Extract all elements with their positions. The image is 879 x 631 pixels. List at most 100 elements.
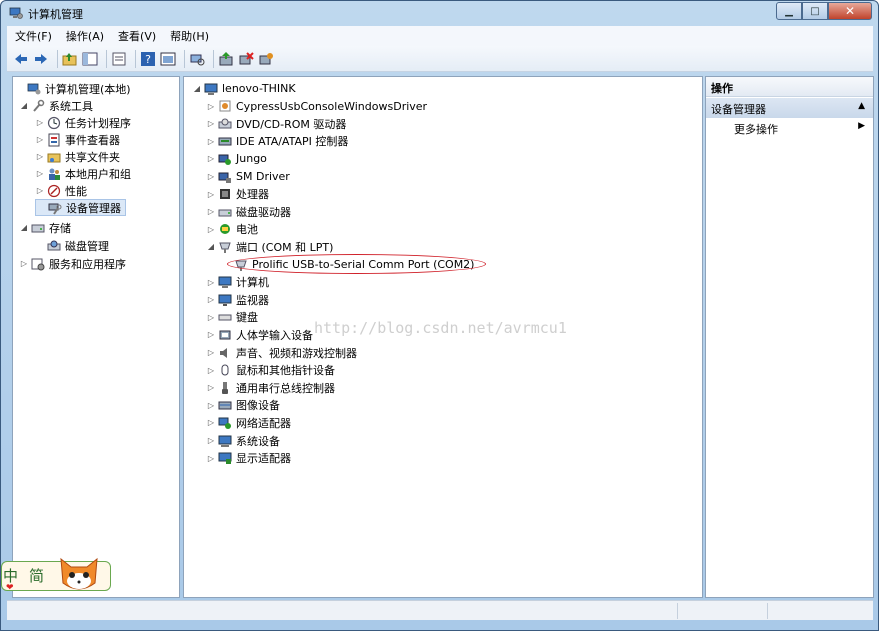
expand-arrow-icon[interactable]: ▷ bbox=[206, 278, 216, 287]
device-tree-item[interactable]: ▷ DVD/CD-ROM 驱动器 bbox=[206, 115, 346, 132]
console-icon[interactable] bbox=[160, 51, 176, 67]
expand-arrow-icon[interactable]: ▷ bbox=[206, 102, 216, 111]
device-tree-item[interactable]: ▷ 系统设备 bbox=[206, 432, 280, 449]
device-tree-item[interactable]: ▷ CypressUsbConsoleWindowsDriver bbox=[206, 98, 427, 115]
expand-arrow-icon[interactable]: ▷ bbox=[35, 152, 45, 161]
menu-file[interactable]: 文件(F) bbox=[7, 28, 58, 44]
more-actions-link[interactable]: 更多操作 bbox=[734, 121, 778, 137]
device-tree-item[interactable]: ▷ 键盘 bbox=[206, 309, 258, 326]
expand-arrow-icon[interactable]: ▷ bbox=[35, 135, 45, 144]
expand-arrow-icon[interactable]: ▷ bbox=[206, 383, 216, 392]
menu-action[interactable]: 操作(A) bbox=[58, 28, 110, 44]
back-icon[interactable] bbox=[13, 51, 29, 67]
tree-item-storage[interactable]: ◢ 存储 bbox=[19, 219, 71, 236]
tree-item-local-users[interactable]: ▷ 本地用户和组 bbox=[35, 165, 131, 182]
help-icon[interactable]: ? bbox=[140, 51, 156, 67]
tree-item-device-manager[interactable]: 设备管理器 bbox=[35, 199, 126, 216]
update-driver-icon[interactable] bbox=[218, 51, 234, 67]
expand-arrow-icon[interactable]: ▷ bbox=[206, 348, 216, 357]
device-tree-item[interactable]: ▷ 显示适配器 bbox=[206, 450, 291, 467]
svg-text:?: ? bbox=[145, 53, 151, 66]
highlight-circle bbox=[227, 254, 486, 274]
performance-icon bbox=[47, 184, 61, 198]
ime-toolbar[interactable]: 中 简 ❤ bbox=[1, 553, 113, 597]
forward-icon[interactable] bbox=[33, 51, 49, 67]
expand-arrow-icon[interactable]: ▷ bbox=[206, 401, 216, 410]
up-folder-icon[interactable] bbox=[62, 51, 78, 67]
device-tree-label: 鼠标和其他指针设备 bbox=[236, 364, 335, 378]
tree-item-system-tools[interactable]: ◢ 系统工具 bbox=[19, 97, 93, 114]
device-tree-item[interactable]: ▷ 计算机 bbox=[206, 274, 269, 291]
device-tree-item[interactable]: ▷ 声音、视频和游戏控制器 bbox=[206, 344, 357, 361]
device-tree-item[interactable]: ▷ 通用串行总线控制器 bbox=[206, 379, 335, 396]
imaging-icon bbox=[218, 398, 232, 412]
device-tree-item[interactable]: ▷ 鼠标和其他指针设备 bbox=[206, 362, 335, 379]
menu-view[interactable]: 查看(V) bbox=[110, 28, 162, 44]
collapse-arrow-icon[interactable]: ◢ bbox=[192, 84, 202, 93]
collapse-arrow-icon[interactable]: ◢ bbox=[206, 242, 216, 251]
expand-arrow-icon[interactable]: ▷ bbox=[35, 186, 45, 195]
expand-arrow-icon[interactable]: ▷ bbox=[206, 418, 216, 427]
tree-item-computer-management[interactable]: 计算机管理(本地) bbox=[15, 80, 131, 97]
expand-arrow-icon[interactable]: ▷ bbox=[206, 119, 216, 128]
expand-arrow-icon[interactable]: ▷ bbox=[206, 436, 216, 445]
users-icon bbox=[47, 167, 61, 181]
expand-arrow-icon[interactable]: ▷ bbox=[206, 295, 216, 304]
device-tree-item[interactable]: ▷ SM Driver bbox=[206, 168, 290, 185]
expand-arrow-icon[interactable]: ▷ bbox=[206, 454, 216, 463]
device-tree-item[interactable]: ◢ 端口 (COM 和 LPT) bbox=[206, 238, 333, 255]
maximize-button[interactable]: □ bbox=[802, 2, 828, 20]
collapse-arrow-icon[interactable]: ◢ bbox=[19, 223, 29, 232]
expand-arrow-icon[interactable]: ▷ bbox=[206, 207, 216, 216]
enable-icon[interactable] bbox=[258, 51, 274, 67]
expand-arrow-icon[interactable]: ▷ bbox=[206, 330, 216, 339]
submenu-arrow-icon[interactable]: ▶ bbox=[858, 121, 865, 131]
device-tree-item[interactable]: ▷ 磁盘驱动器 bbox=[206, 203, 291, 220]
tree-item-task-scheduler[interactable]: ▷ 任务计划程序 bbox=[35, 114, 131, 131]
device-tree-item[interactable]: ▷ 网络适配器 bbox=[206, 414, 291, 431]
expand-arrow-icon[interactable]: ▷ bbox=[206, 137, 216, 146]
device-tree-item[interactable]: ▷ Jungo bbox=[206, 150, 267, 167]
expand-arrow-icon[interactable]: ▷ bbox=[35, 169, 45, 178]
collapse-arrow-icon[interactable]: ◢ bbox=[19, 101, 29, 110]
expand-arrow-icon[interactable]: ▷ bbox=[206, 313, 216, 322]
device-tree-item[interactable]: ▷ IDE ATA/ATAPI 控制器 bbox=[206, 133, 348, 150]
tree-item-services-apps[interactable]: ▷ 服务和应用程序 bbox=[19, 255, 126, 272]
menu-help[interactable]: 帮助(H) bbox=[162, 28, 215, 44]
scan-hardware-icon[interactable] bbox=[189, 51, 205, 67]
device-tree-item[interactable]: ▷ 电池 bbox=[206, 221, 258, 238]
minimize-button[interactable]: ▁ bbox=[776, 2, 802, 20]
tree-item-disk-management[interactable]: 磁盘管理 bbox=[35, 237, 109, 254]
tree-item-event-viewer[interactable]: ▷ 事件查看器 bbox=[35, 131, 120, 148]
device-tree-item[interactable]: ▷ 处理器 bbox=[206, 186, 269, 203]
monitor-icon bbox=[218, 293, 232, 307]
tree-label: 共享文件夹 bbox=[65, 150, 120, 164]
device-tree-item[interactable]: ◢ lenovo-THINK bbox=[192, 80, 296, 97]
properties-icon[interactable] bbox=[111, 51, 127, 67]
expand-arrow-icon[interactable]: ▷ bbox=[35, 118, 45, 127]
device-tree-label: SM Driver bbox=[236, 170, 290, 183]
toolbar-separator bbox=[135, 49, 136, 68]
device-tree-item[interactable]: ▷ 监视器 bbox=[206, 291, 269, 308]
status-separator bbox=[677, 603, 678, 619]
device-tree-item[interactable]: ▷ 图像设备 bbox=[206, 397, 280, 414]
expand-arrow-icon[interactable]: ▷ bbox=[206, 172, 216, 181]
close-button[interactable]: ✕ bbox=[828, 2, 872, 20]
device-tree-item[interactable]: ▷ 人体学输入设备 bbox=[206, 326, 313, 343]
expand-arrow-icon[interactable]: ▷ bbox=[19, 259, 29, 268]
actions-header: 操作 bbox=[706, 77, 873, 97]
tree-item-performance[interactable]: ▷ 性能 bbox=[35, 182, 87, 199]
title-bar[interactable]: 计算机管理 ▁ □ ✕ bbox=[1, 1, 878, 25]
network-icon bbox=[218, 416, 232, 430]
ime-simplified-mode[interactable]: 简 bbox=[29, 565, 44, 586]
device-tree-pane: ◢ lenovo-THINK ▷ CypressUsbConsoleWindowsDr… bbox=[183, 76, 703, 598]
expand-arrow-icon[interactable]: ▷ bbox=[206, 366, 216, 375]
expand-arrow-icon[interactable]: ▷ bbox=[206, 225, 216, 234]
uninstall-icon[interactable] bbox=[238, 51, 254, 67]
expand-arrow-icon[interactable]: ▷ bbox=[206, 190, 216, 199]
actions-section-device-manager[interactable]: 设备管理器 ▲ bbox=[706, 98, 873, 118]
show-tree-icon[interactable] bbox=[82, 51, 98, 67]
tree-item-shared-folders[interactable]: ▷ 共享文件夹 bbox=[35, 148, 120, 165]
expand-arrow-icon[interactable]: ▷ bbox=[206, 154, 216, 163]
collapse-up-icon[interactable]: ▲ bbox=[858, 101, 865, 111]
